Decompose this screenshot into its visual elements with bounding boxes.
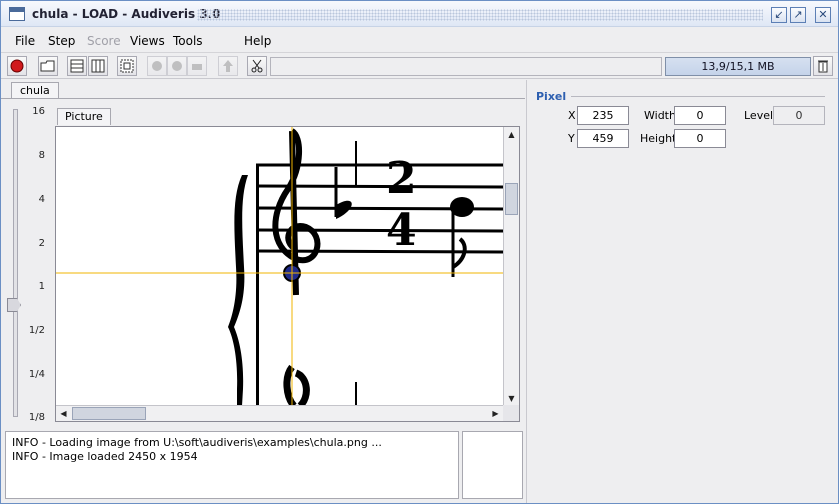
- print-icon: [192, 64, 202, 70]
- close-icon[interactable]: ✕: [815, 7, 831, 23]
- open-button[interactable]: [38, 56, 58, 76]
- brace-mark: [228, 175, 248, 406]
- svg-text:2: 2: [386, 153, 417, 204]
- menu-file[interactable]: File: [15, 34, 35, 48]
- horizontal-scrollbar[interactable]: ◀ ▶: [56, 405, 503, 421]
- vertical-scroll-thumb[interactable]: [505, 183, 518, 215]
- fit-icon: [120, 59, 134, 73]
- score-step-button[interactable]: [147, 56, 167, 76]
- board-pane: Pixel X 235 Width 0 Level 0 Y 459 Height…: [526, 80, 838, 503]
- level-label: Level: [744, 109, 774, 122]
- sheet-body: 16 8 4 2 1 1/2 1/4 1/8 Picture 2 4 ▲ ▼ ◀…: [1, 98, 525, 427]
- y-field[interactable]: 459: [577, 129, 629, 148]
- log-line: INFO - Loading image from U:\soft\audive…: [12, 436, 382, 449]
- scroll-corner: [503, 405, 519, 421]
- window-title: chula - LOAD - Audiveris 3.0: [32, 7, 221, 21]
- title-grip: [197, 9, 763, 21]
- memory-meter[interactable]: 13,9/15,1 MB: [665, 57, 811, 76]
- sheet-pane: chula 16 8 4 2 1 1/2 1/4 1/8 Picture 2 4…: [1, 80, 525, 427]
- zoom-label-2: 2: [38, 238, 45, 249]
- score-print-button[interactable]: [187, 56, 207, 76]
- folder-icon: [40, 60, 55, 72]
- width-label: Width: [644, 109, 676, 122]
- menu-bar: File Step Score Views Tools Help: [1, 28, 838, 53]
- stop-button[interactable]: [7, 56, 27, 76]
- log-line: INFO - Image loaded 2450 x 1954: [12, 450, 198, 463]
- tab-chula[interactable]: chula: [11, 82, 59, 99]
- title-bar[interactable]: chula - LOAD - Audiveris 3.0 ↙ ↗ ✕: [1, 1, 838, 27]
- toolbar-spacer: [270, 57, 662, 76]
- height-label: Height: [640, 132, 677, 145]
- menu-tools[interactable]: Tools: [173, 34, 203, 48]
- menu-views[interactable]: Views: [130, 34, 165, 48]
- scroll-right-icon[interactable]: ▶: [488, 406, 503, 421]
- zoom-slider-thumb[interactable]: [7, 298, 21, 312]
- scroll-up-icon[interactable]: ▲: [504, 127, 519, 142]
- zoom-track[interactable]: [13, 109, 18, 417]
- app-window: chula - LOAD - Audiveris 3.0 ↙ ↗ ✕ File …: [0, 0, 839, 504]
- horizontal-layout-icon: [70, 59, 84, 73]
- lower-clef: [283, 364, 310, 406]
- score-play-icon: [172, 61, 182, 71]
- scissors-icon: [251, 59, 263, 73]
- horizontal-layout-button[interactable]: [67, 56, 87, 76]
- x-label: X: [568, 109, 576, 122]
- menu-help[interactable]: Help: [244, 34, 271, 48]
- zoom-label-eighth: 1/8: [28, 412, 45, 423]
- picture-view[interactable]: 2 4 ▲ ▼ ◀ ▶: [55, 126, 520, 422]
- barline: [256, 165, 259, 406]
- tab-picture[interactable]: Picture: [57, 108, 111, 125]
- zoom-label-4: 4: [38, 194, 45, 205]
- vertical-layout-icon: [91, 59, 105, 73]
- zoom-label-half: 1/2: [28, 325, 45, 336]
- stop-icon: [10, 59, 24, 73]
- vertical-scrollbar[interactable]: ▲ ▼: [503, 127, 519, 406]
- score-image[interactable]: 2 4: [56, 127, 503, 406]
- maximize-icon[interactable]: ↗: [790, 7, 806, 23]
- height-field[interactable]: 0: [674, 129, 726, 148]
- pixel-board-divider: [571, 96, 825, 97]
- zoom-ruler[interactable]: 16 8 4 2 1 1/2 1/4 1/8: [1, 99, 53, 428]
- garbage-collect-button[interactable]: [813, 56, 833, 76]
- log-panel[interactable]: INFO - Loading image from U:\soft\audive…: [5, 431, 459, 499]
- zoom-label-8: 8: [38, 150, 45, 161]
- menu-step[interactable]: Step: [48, 34, 75, 48]
- y-label: Y: [568, 132, 575, 145]
- fit-button[interactable]: [117, 56, 137, 76]
- zoom-label-16: 16: [32, 106, 45, 117]
- log-side-panel: [462, 431, 523, 499]
- upload-icon: [223, 60, 233, 72]
- app-icon: [9, 7, 25, 21]
- x-field[interactable]: 235: [577, 106, 629, 125]
- upload-button[interactable]: [218, 56, 238, 76]
- trash-icon: [818, 60, 828, 73]
- minimize-icon[interactable]: ↙: [771, 7, 787, 23]
- score-play-button[interactable]: [167, 56, 187, 76]
- cut-button[interactable]: [247, 56, 267, 76]
- toolbar: 13,9/15,1 MB: [1, 54, 838, 79]
- svg-text:4: 4: [386, 205, 417, 256]
- menu-score[interactable]: Score: [87, 34, 121, 48]
- horizontal-scroll-thumb[interactable]: [72, 407, 146, 420]
- pixel-board-title: Pixel: [536, 90, 567, 103]
- level-field: 0: [773, 106, 825, 125]
- zoom-label-quarter: 1/4: [28, 369, 45, 380]
- scroll-left-icon[interactable]: ◀: [56, 406, 71, 421]
- width-field[interactable]: 0: [674, 106, 726, 125]
- scroll-down-icon[interactable]: ▼: [504, 391, 519, 406]
- vertical-layout-button[interactable]: [88, 56, 108, 76]
- score-step-icon: [152, 61, 162, 71]
- zoom-label-1: 1: [38, 281, 45, 292]
